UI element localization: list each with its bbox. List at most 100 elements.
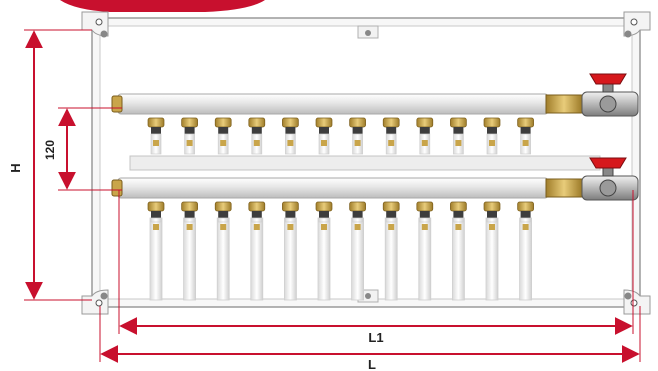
outlet-fitting xyxy=(419,127,430,134)
outlet-stub xyxy=(318,217,330,223)
floor-loop-pipe xyxy=(418,217,432,301)
valve-connector xyxy=(545,178,583,198)
outlet-nut xyxy=(483,201,501,212)
outlet-ring xyxy=(354,224,361,230)
mounting-rail xyxy=(129,155,601,171)
outlet-fitting xyxy=(285,127,296,134)
screw-hole xyxy=(630,299,638,307)
outlet-fitting xyxy=(386,127,397,134)
outlet-fitting xyxy=(251,211,262,218)
outlet-nut xyxy=(282,117,299,128)
floor-loop-pipe xyxy=(485,217,499,301)
floor-loop-pipe xyxy=(149,217,163,301)
outlet-ring xyxy=(388,140,395,146)
outlet-fitting xyxy=(520,211,531,218)
mount-hole xyxy=(365,293,371,299)
floor-loop-pipe xyxy=(183,217,197,301)
screw-hole xyxy=(95,299,103,307)
spacing-dimension-label: 120 xyxy=(43,140,57,160)
outlet-nut xyxy=(517,117,534,128)
outlet-fitting xyxy=(487,211,497,218)
outlet-fitting xyxy=(319,127,329,134)
outlet-ring xyxy=(388,224,395,230)
floor-loop-pipe xyxy=(384,217,398,301)
l1-dimension-label: L1 xyxy=(368,330,383,345)
screw-hole xyxy=(95,18,103,26)
outlet-fitting xyxy=(453,127,464,134)
floor-loop-pipe xyxy=(216,217,230,301)
outlet-ring xyxy=(253,224,260,230)
outlet-fitting xyxy=(285,211,296,218)
outlet-nut xyxy=(248,117,266,128)
screw-hole xyxy=(630,18,638,26)
outlet-stub xyxy=(150,217,162,223)
outlet-fitting xyxy=(386,211,397,218)
outlet-fitting xyxy=(487,127,497,134)
floor-loop-pipe xyxy=(317,217,331,301)
l-dimension-label: L xyxy=(368,357,376,371)
outlet-stub xyxy=(419,217,431,223)
outlet-ring xyxy=(455,140,462,146)
outlet-nut xyxy=(382,117,400,128)
diagram-canvas: H 120 L1 L xyxy=(8,0,651,371)
valve-handle[interactable] xyxy=(589,157,627,169)
outlet-fitting xyxy=(520,127,531,134)
outlet-ring xyxy=(522,140,529,146)
outlet-stub xyxy=(184,217,195,223)
floor-loop-pipe xyxy=(250,217,264,301)
outlet-ring xyxy=(153,140,159,146)
outlet-stub xyxy=(285,217,296,223)
outlet-fitting xyxy=(218,211,229,218)
valve-handle[interactable] xyxy=(589,73,627,85)
outlet-nut xyxy=(450,201,467,212)
outlet-nut xyxy=(450,117,467,128)
valve-hub xyxy=(599,179,617,197)
floor-loop-pipe xyxy=(451,217,465,301)
outlet-ring xyxy=(421,140,428,146)
manifold-bar xyxy=(117,93,549,115)
mount-hole xyxy=(100,292,108,300)
outlet-fitting xyxy=(352,127,363,134)
h-dimension-label: H xyxy=(8,163,23,172)
manifold-end-cap xyxy=(111,179,123,197)
outlet-ring xyxy=(354,140,361,146)
outlet-nut xyxy=(147,117,165,128)
valve-connector xyxy=(545,94,583,114)
outlet-stub xyxy=(385,217,397,223)
outlet-stub xyxy=(251,217,263,223)
outlet-nut xyxy=(214,117,232,128)
outlet-stub xyxy=(217,217,229,223)
outlet-stub xyxy=(352,217,363,223)
outlet-fitting xyxy=(151,127,161,134)
floor-loop-pipe xyxy=(519,217,532,301)
outlet-nut xyxy=(315,201,333,212)
outlet-nut xyxy=(349,117,366,128)
outlet-ring xyxy=(220,140,227,146)
outlet-fitting xyxy=(184,127,195,134)
outlet-nut xyxy=(416,117,434,128)
floor-loop-pipe xyxy=(283,217,297,301)
outlet-fitting xyxy=(319,211,329,218)
outlet-nut xyxy=(315,117,333,128)
outlet-fitting xyxy=(218,127,229,134)
outlet-ring xyxy=(253,140,260,146)
outlet-fitting xyxy=(352,211,363,218)
outlet-stub xyxy=(486,217,498,223)
outlet-ring xyxy=(455,224,462,230)
outlet-stub xyxy=(520,217,531,223)
outlet-fitting xyxy=(184,211,195,218)
outlet-nut xyxy=(483,117,501,128)
mount-hole xyxy=(100,30,108,38)
mount-hole xyxy=(365,30,371,36)
outlet-ring xyxy=(489,224,495,230)
outlet-ring xyxy=(522,224,529,230)
outlet-ring xyxy=(153,224,159,230)
outlet-ring xyxy=(220,224,227,230)
mount-hole xyxy=(624,292,632,300)
outlet-fitting xyxy=(453,211,464,218)
outlet-fitting xyxy=(151,211,161,218)
outlet-ring xyxy=(287,224,294,230)
outlet-ring xyxy=(489,140,495,146)
outlet-nut xyxy=(147,201,165,212)
outlet-ring xyxy=(321,140,327,146)
